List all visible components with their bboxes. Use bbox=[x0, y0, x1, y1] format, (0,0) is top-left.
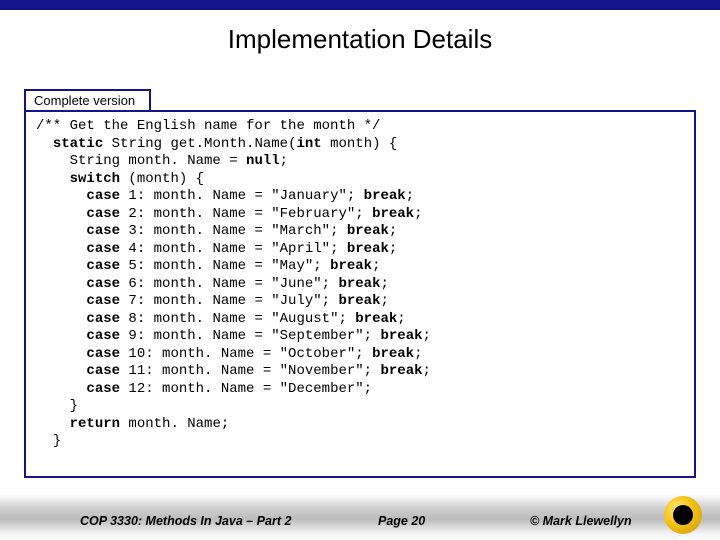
code-box: /** Get the English name for the month *… bbox=[24, 110, 696, 478]
ucf-logo-icon bbox=[664, 496, 702, 534]
version-label: Complete version bbox=[24, 89, 151, 112]
footer-page: Page 20 bbox=[378, 514, 425, 528]
code-content: /** Get the English name for the month *… bbox=[36, 118, 684, 451]
footer: COP 3330: Methods In Java – Part 2 Page … bbox=[0, 494, 720, 540]
top-strip bbox=[0, 0, 720, 10]
footer-course: COP 3330: Methods In Java – Part 2 bbox=[80, 514, 291, 528]
slide-title: Implementation Details bbox=[0, 10, 720, 73]
footer-copyright: © Mark Llewellyn bbox=[530, 514, 632, 528]
footer-bg: COP 3330: Methods In Java – Part 2 Page … bbox=[0, 494, 720, 540]
